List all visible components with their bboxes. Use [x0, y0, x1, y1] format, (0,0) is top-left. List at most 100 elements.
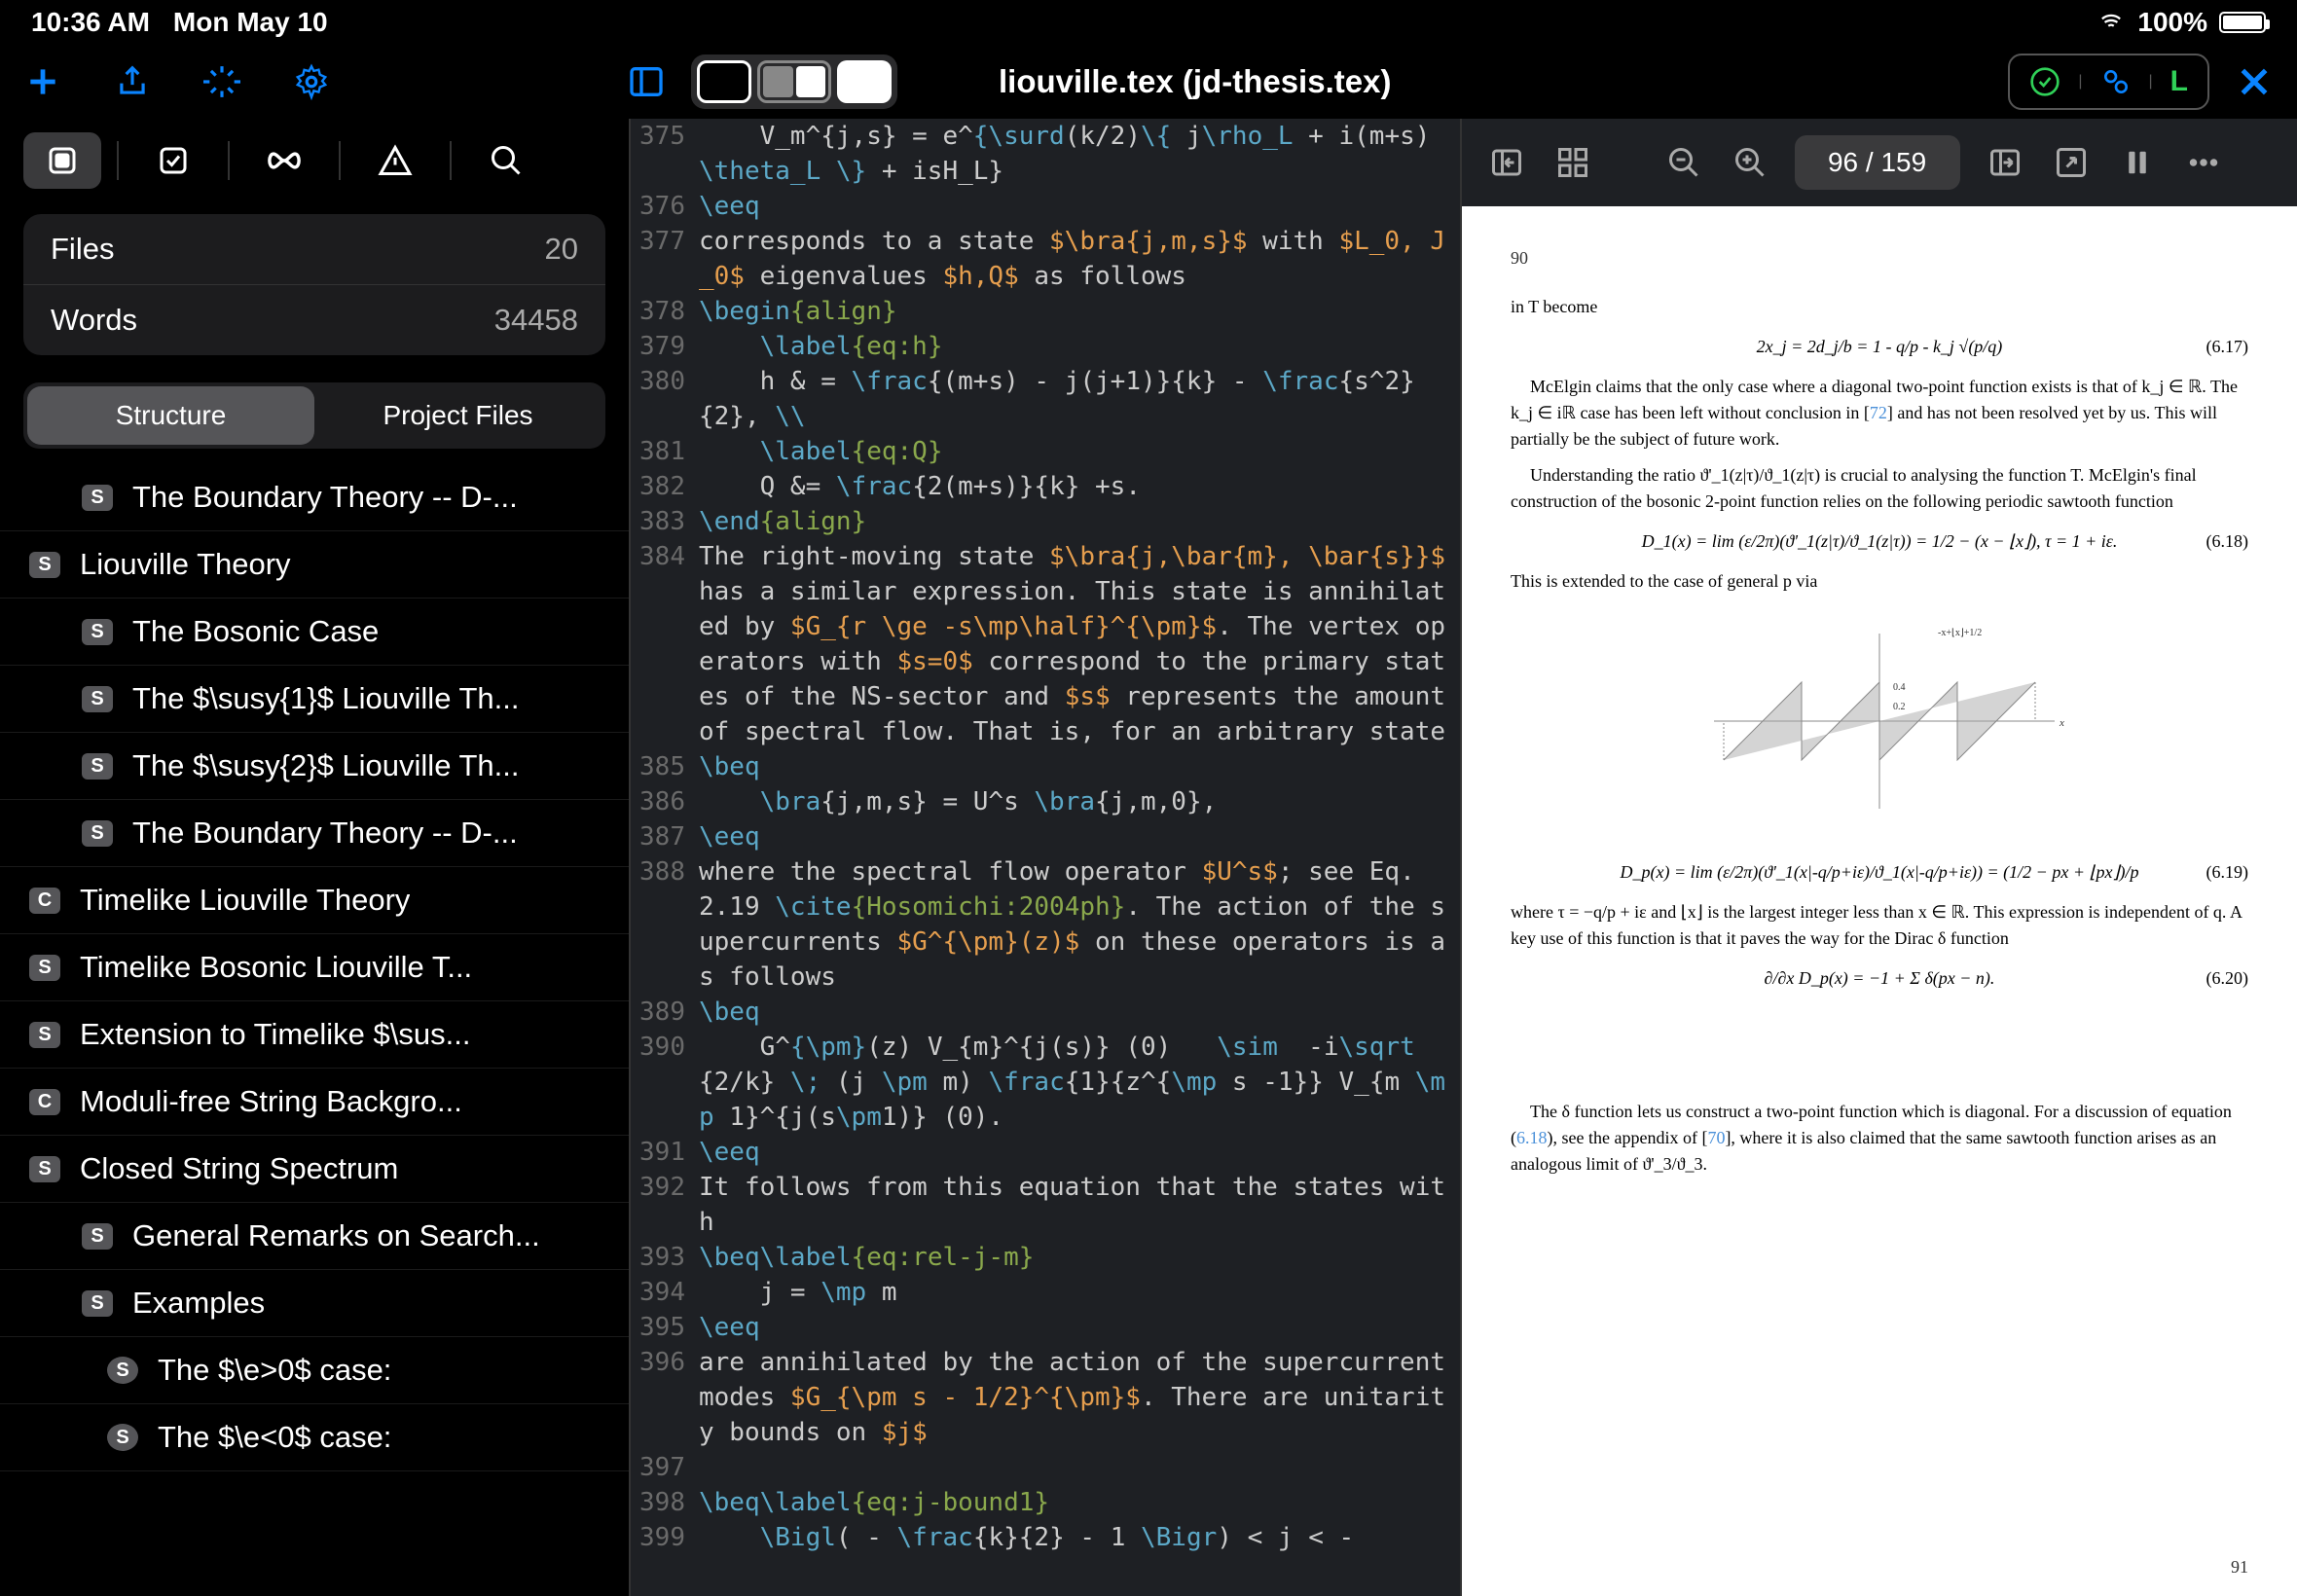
code-line[interactable]: 379 \label{eq:h} [631, 329, 1460, 364]
layout-preview-only[interactable] [837, 60, 892, 103]
outline-item[interactable]: SGeneral Remarks on Search... [0, 1203, 629, 1270]
sidebar-toggle-button[interactable] [625, 60, 668, 103]
outline-tool[interactable] [23, 132, 101, 189]
infinity-tool[interactable] [245, 132, 323, 189]
code-text[interactable]: \eeq [699, 189, 1460, 224]
pdf-page[interactable]: 90 in T become 2x_j = 2d_j/b = 1 - q/p -… [1462, 206, 2297, 1596]
page-indicator[interactable]: 96 / 159 [1795, 135, 1960, 190]
code-text[interactable]: are annihilated by the action of the sup… [699, 1345, 1460, 1450]
words-stat[interactable]: Words34458 [23, 285, 605, 355]
status-pill[interactable]: | | L [2008, 54, 2209, 110]
code-text[interactable]: \Bigl( - \frac{k}{2} - 1 \Bigr) < j < - [699, 1520, 1460, 1555]
code-line[interactable]: 395\eeq [631, 1310, 1460, 1345]
outline-item[interactable]: SThe Bosonic Case [0, 598, 629, 666]
code-text[interactable]: \end{align} [699, 504, 1460, 539]
code-line[interactable]: 383\end{align} [631, 504, 1460, 539]
share-button[interactable] [111, 60, 154, 103]
layout-split[interactable] [757, 60, 831, 103]
thumbnails-button[interactable] [1551, 141, 1594, 184]
outline-item[interactable]: SThe $\e>0$ case: [0, 1337, 629, 1404]
code-text[interactable]: \label{eq:h} [699, 329, 1460, 364]
code-line[interactable]: 378\begin{align} [631, 294, 1460, 329]
outline-item[interactable]: SThe Boundary Theory -- D-... [0, 464, 629, 531]
outline-item[interactable]: CTimelike Liouville Theory [0, 867, 629, 934]
tab-project-files[interactable]: Project Files [314, 386, 602, 445]
code-text[interactable]: V_m^{j,s} = e^{\surd(k/2)\{ j\rho_L + i(… [699, 119, 1460, 189]
code-text[interactable]: \eeq [699, 1310, 1460, 1345]
outline-item[interactable]: SExtension to Timelike $\sus... [0, 1001, 629, 1069]
code-line[interactable]: 392It follows from this equation that th… [631, 1170, 1460, 1240]
code-text[interactable]: \beq\label{eq:j-bound1} [699, 1485, 1460, 1520]
expand-button[interactable] [2050, 141, 2093, 184]
code-text[interactable]: G^{\pm}(z) V_{m}^{j(s)} (0) \sim -i\sqrt… [699, 1030, 1460, 1135]
code-text[interactable]: \bra{j,m,s} = U^s \bra{j,m,0}, [699, 784, 1460, 819]
warnings-tool[interactable] [356, 132, 434, 189]
editor-pane[interactable]: 375 V_m^{j,s} = e^{\surd(k/2)\{ j\rho_L … [629, 119, 1460, 1596]
typeset-button[interactable] [201, 60, 243, 103]
code-line[interactable]: 398\beq\label{eq:j-bound1} [631, 1485, 1460, 1520]
outline-item[interactable]: SThe $\susy{2}$ Liouville Th... [0, 733, 629, 800]
pause-button[interactable] [2116, 141, 2159, 184]
code-text[interactable] [699, 1450, 1460, 1485]
code-text[interactable]: \label{eq:Q} [699, 434, 1460, 469]
todo-tool[interactable] [134, 132, 212, 189]
code-line[interactable]: 391\eeq [631, 1135, 1460, 1170]
zoom-in-button[interactable] [1729, 141, 1771, 184]
code-text[interactable]: h & = \frac{(m+s) - j(j+1)}{k} - \frac{s… [699, 364, 1460, 434]
code-text[interactable]: The right-moving state $\bra{j,\bar{m}, … [699, 539, 1460, 749]
code-line[interactable]: 396are annihilated by the action of the … [631, 1345, 1460, 1450]
code-text[interactable]: j = \mp m [699, 1275, 1460, 1310]
code-line[interactable]: 384The right-moving state $\bra{j,\bar{m… [631, 539, 1460, 749]
code-text[interactable]: corresponds to a state $\bra{j,m,s}$ wit… [699, 224, 1460, 294]
code-line[interactable]: 388where the spectral flow operator $U^s… [631, 854, 1460, 995]
outline-item[interactable]: SClosed String Spectrum [0, 1136, 629, 1203]
code-text[interactable]: \beq\label{eq:rel-j-m} [699, 1240, 1460, 1275]
sidebar-tabs[interactable]: Structure Project Files [23, 382, 605, 449]
code-line[interactable]: 381 \label{eq:Q} [631, 434, 1460, 469]
layout-editor-only[interactable] [697, 60, 751, 103]
settings-button[interactable] [290, 60, 333, 103]
code-line[interactable]: 380 h & = \frac{(m+s) - j(j+1)}{k} - \fr… [631, 364, 1460, 434]
code-line[interactable]: 389\beq [631, 995, 1460, 1030]
code-line[interactable]: 397 [631, 1450, 1460, 1485]
code-text[interactable]: \beq [699, 749, 1460, 784]
code-line[interactable]: 387\eeq [631, 819, 1460, 854]
code-line[interactable]: 394 j = \mp m [631, 1275, 1460, 1310]
sync-out-icon[interactable] [1984, 141, 2026, 184]
files-stat[interactable]: Files20 [23, 214, 605, 285]
section-badge: S [29, 1156, 60, 1182]
code-line[interactable]: 386 \bra{j,m,s} = U^s \bra{j,m,0}, [631, 784, 1460, 819]
outline-item[interactable]: CModuli-free String Backgro... [0, 1069, 629, 1136]
tab-structure[interactable]: Structure [27, 386, 314, 445]
code-text[interactable]: \eeq [699, 1135, 1460, 1170]
code-line[interactable]: 382 Q &= \frac{2(m+s)}{k} +s. [631, 469, 1460, 504]
code-line[interactable]: 375 V_m^{j,s} = e^{\surd(k/2)\{ j\rho_L … [631, 119, 1460, 189]
outline-item[interactable]: STimelike Bosonic Liouville T... [0, 934, 629, 1001]
code-text[interactable]: where the spectral flow operator $U^s$; … [699, 854, 1460, 995]
code-text[interactable]: Q &= \frac{2(m+s)}{k} +s. [699, 469, 1460, 504]
outline-item[interactable]: SThe $\susy{1}$ Liouville Th... [0, 666, 629, 733]
code-line[interactable]: 377corresponds to a state $\bra{j,m,s}$ … [631, 224, 1460, 294]
code-text[interactable]: \beq [699, 995, 1460, 1030]
add-button[interactable] [21, 60, 64, 103]
more-button[interactable] [2182, 141, 2225, 184]
outline-item[interactable]: SExamples [0, 1270, 629, 1337]
code-text[interactable]: It follows from this equation that the s… [699, 1170, 1460, 1240]
outline-item[interactable]: SThe $\e<0$ case: [0, 1404, 629, 1471]
code-line[interactable]: 385\beq [631, 749, 1460, 784]
code-line[interactable]: 393\beq\label{eq:rel-j-m} [631, 1240, 1460, 1275]
close-button[interactable] [2233, 60, 2276, 103]
code-text[interactable]: \eeq [699, 819, 1460, 854]
code-text[interactable]: \begin{align} [699, 294, 1460, 329]
outline-list[interactable]: SThe Boundary Theory -- D-...SLiouville … [0, 464, 629, 1596]
code-line[interactable]: 376\eeq [631, 189, 1460, 224]
code-line[interactable]: 399 \Bigl( - \frac{k}{2} - 1 \Bigr) < j … [631, 1520, 1460, 1555]
outline-item[interactable]: SLiouville Theory [0, 531, 629, 598]
code-line[interactable]: 390 G^{\pm}(z) V_{m}^{j(s)} (0) \sim -i\… [631, 1030, 1460, 1135]
outline-item[interactable]: SThe Boundary Theory -- D-... [0, 800, 629, 867]
layout-segmented[interactable] [691, 54, 897, 109]
section-badge: C [29, 888, 60, 914]
search-tool[interactable] [467, 132, 545, 189]
sync-in-icon[interactable] [1485, 141, 1528, 184]
zoom-out-button[interactable] [1662, 141, 1705, 184]
